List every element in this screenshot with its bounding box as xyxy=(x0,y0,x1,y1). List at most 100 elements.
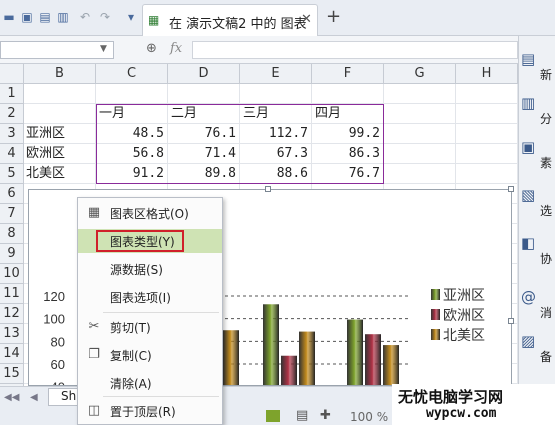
menu-item[interactable]: 清除(A) xyxy=(78,371,222,395)
save-icon[interactable]: ▣ xyxy=(20,10,34,24)
column-header[interactable]: D xyxy=(168,64,240,84)
copy-icon: ❐ xyxy=(88,347,100,362)
print-preview-icon[interactable]: ▥ xyxy=(56,10,70,24)
document-tab[interactable]: ▦ 在 演示文稿2 中的 图表 ✕ xyxy=(142,4,318,36)
value-cell[interactable]: 91.2 xyxy=(96,164,164,184)
sheet-tab[interactable]: Sh xyxy=(48,388,78,406)
region-cell[interactable]: 亚洲区 xyxy=(26,124,65,144)
select-all-corner[interactable] xyxy=(0,64,24,84)
row-header[interactable]: 15 xyxy=(0,364,24,384)
sidebar-item-label[interactable]: 新 xyxy=(540,66,555,83)
menu-item[interactable]: ❐ 复制(C) xyxy=(78,343,222,367)
value-cell[interactable]: 76.1 xyxy=(168,124,236,144)
row-header[interactable]: 8 xyxy=(0,224,24,244)
page-break-icon[interactable]: ✚ xyxy=(320,408,331,423)
table-header-cell[interactable]: 一月 xyxy=(99,104,125,124)
row-header[interactable]: 12 xyxy=(0,304,24,324)
row-header[interactable]: 10 xyxy=(0,264,24,284)
row-header[interactable]: 5 xyxy=(0,164,24,184)
legend-label: 欧洲区 xyxy=(443,308,485,324)
menu-item[interactable]: 图表选项(I) xyxy=(78,285,222,309)
value-cell[interactable]: 99.2 xyxy=(312,124,380,144)
menu-item[interactable]: 图表类型(Y) xyxy=(78,229,222,253)
split-icon[interactable]: ▥ xyxy=(521,96,551,111)
sheet-nav-first-icon[interactable]: ◀◀ xyxy=(4,392,19,403)
row-header[interactable]: 11 xyxy=(0,284,24,304)
resize-handle-top-right[interactable] xyxy=(508,186,514,192)
resize-handle-top[interactable] xyxy=(265,186,271,192)
zoom-level[interactable]: 100 % xyxy=(350,410,388,424)
region-cell[interactable]: 欧洲区 xyxy=(26,144,65,164)
menu-item-label: 图表类型(Y) xyxy=(110,235,175,249)
value-cell[interactable]: 88.6 xyxy=(240,164,308,184)
sidebar-item-label[interactable]: 素 xyxy=(540,154,555,171)
value-cell[interactable]: 112.7 xyxy=(240,124,308,144)
menu-item[interactable]: ◫ 置于顶层(R) xyxy=(78,399,222,423)
value-cell[interactable]: 56.8 xyxy=(96,144,164,164)
search-icon[interactable]: ⊕ xyxy=(146,41,157,56)
resize-handle-right[interactable] xyxy=(508,318,514,324)
value-cell[interactable]: 71.4 xyxy=(168,144,236,164)
legend-label: 亚洲区 xyxy=(443,288,485,304)
row-header[interactable]: 1 xyxy=(0,84,24,104)
message-icon[interactable]: @ xyxy=(521,290,551,305)
select-icon[interactable]: ▧ xyxy=(521,188,551,203)
fx-icon[interactable]: fx xyxy=(170,41,182,56)
row-header[interactable]: 14 xyxy=(0,344,24,364)
value-cell[interactable]: 76.7 xyxy=(312,164,380,184)
value-cell[interactable]: 67.3 xyxy=(240,144,308,164)
material-icon[interactable]: ▣ xyxy=(521,140,551,155)
bar xyxy=(347,319,363,385)
menu-item-label: 剪切(T) xyxy=(110,321,151,335)
collab-icon[interactable]: ◧ xyxy=(521,236,551,251)
sidebar-item-label[interactable]: 备 xyxy=(540,348,555,365)
value-cell[interactable]: 86.3 xyxy=(312,144,380,164)
app-menu-icon[interactable]: ▬ xyxy=(2,10,16,24)
new-tab-button[interactable]: + xyxy=(326,8,341,26)
menu-item-label: 复制(C) xyxy=(110,349,152,363)
region-cell[interactable]: 北美区 xyxy=(26,164,65,184)
row-header[interactable]: 6 xyxy=(0,184,24,204)
name-box-dropdown-icon[interactable]: ▼ xyxy=(100,44,107,54)
sidebar-item-label[interactable]: 分 xyxy=(540,110,555,127)
column-header[interactable]: G xyxy=(384,64,456,84)
menu-item[interactable]: ✂ 剪切(T) xyxy=(78,315,222,339)
column-header[interactable]: H xyxy=(456,64,518,84)
row-header[interactable]: 4 xyxy=(0,144,24,164)
more-icon[interactable]: ▾ xyxy=(124,10,138,24)
menu-item[interactable]: 源数据(S) xyxy=(78,257,222,281)
column-header[interactable]: C xyxy=(96,64,168,84)
menu-item-label: 清除(A) xyxy=(110,377,152,391)
sheet-nav-prev-icon[interactable]: ◀ xyxy=(30,392,38,403)
backup-icon[interactable]: ▨ xyxy=(521,334,551,349)
row-header[interactable]: 9 xyxy=(0,244,24,264)
bring-to-front-icon: ◫ xyxy=(87,403,101,418)
menu-separator xyxy=(103,312,219,313)
value-cell[interactable]: 89.8 xyxy=(168,164,236,184)
name-box[interactable] xyxy=(0,41,114,59)
column-header[interactable]: B xyxy=(24,64,96,84)
new-icon[interactable]: ▤ xyxy=(521,52,551,67)
column-header[interactable]: F xyxy=(312,64,384,84)
value-cell[interactable]: 48.5 xyxy=(96,124,164,144)
sidebar-item-label[interactable]: 协 xyxy=(540,250,555,267)
redo-icon[interactable]: ↷ xyxy=(98,10,112,24)
sidebar-item-label[interactable]: 选 xyxy=(540,202,555,219)
sidebar-item-label[interactable]: 消 xyxy=(540,304,555,321)
table-header-cell[interactable]: 三月 xyxy=(243,104,269,124)
undo-icon[interactable]: ↶ xyxy=(78,10,92,24)
table-header-cell[interactable]: 四月 xyxy=(315,104,341,124)
column-header[interactable]: E xyxy=(240,64,312,84)
close-tab-icon[interactable]: ✕ xyxy=(301,12,312,27)
table-header-cell[interactable]: 二月 xyxy=(171,104,197,124)
page-view-icon[interactable]: ▤ xyxy=(296,408,308,423)
normal-view-icon[interactable] xyxy=(266,410,280,422)
formula-input[interactable] xyxy=(192,41,518,59)
row-header[interactable]: 13 xyxy=(0,324,24,344)
row-header[interactable]: 2 xyxy=(0,104,24,124)
menu-item[interactable]: ▦ 图表区格式(O) xyxy=(78,201,222,225)
row-header[interactable]: 7 xyxy=(0,204,24,224)
row-header[interactable]: 3 xyxy=(0,124,24,144)
print-icon[interactable]: ▤ xyxy=(38,10,52,24)
chart-format-icon: ▦ xyxy=(87,205,101,220)
